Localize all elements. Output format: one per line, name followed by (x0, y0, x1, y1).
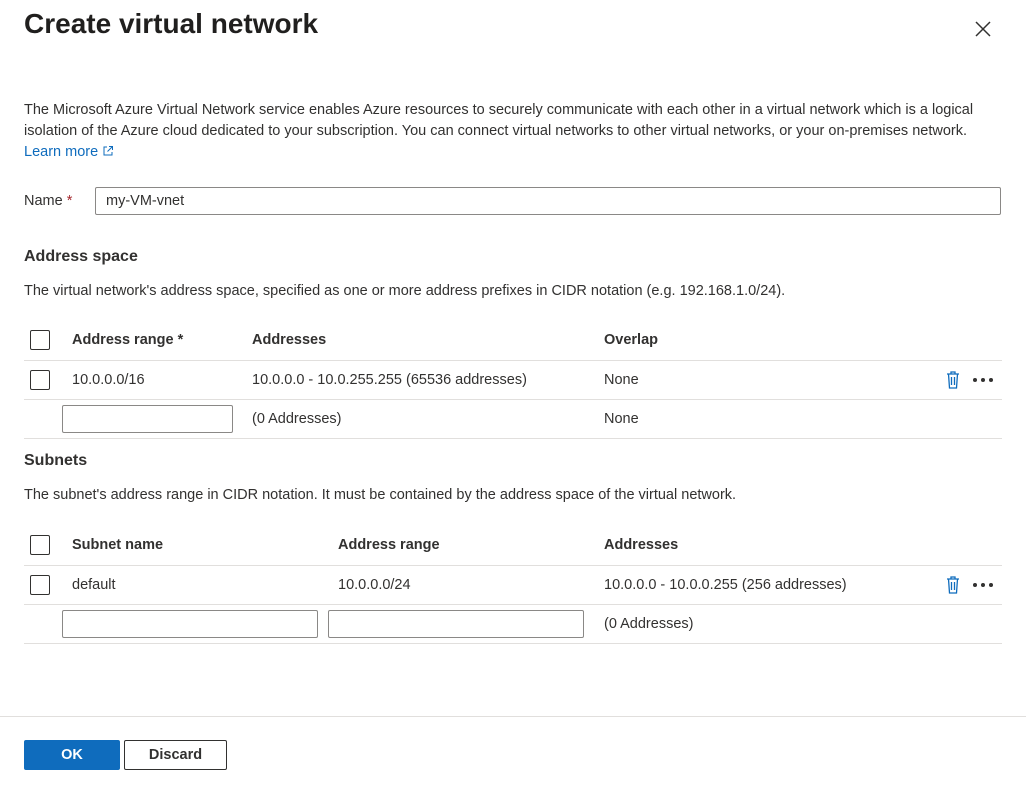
learn-more-link[interactable]: Learn more (24, 144, 114, 160)
new-addresses-value: (0 Addresses) (252, 411, 342, 427)
addresses-value: 10.0.0.0 - 10.0.255.255 (65536 addresses… (252, 372, 527, 388)
new-address-range-input[interactable] (62, 405, 233, 433)
external-link-icon (103, 146, 114, 156)
select-all-address-checkbox[interactable] (30, 330, 50, 350)
table-row: default 10.0.0.0/24 10.0.0.0 - 10.0.0.25… (24, 566, 1002, 605)
more-options-icon[interactable] (972, 582, 994, 588)
subnet-addresses-value: 10.0.0.0 - 10.0.0.255 (256 addresses) (604, 577, 847, 593)
new-subnet-range-input[interactable] (328, 610, 584, 638)
subnet-range-value: 10.0.0.0/24 (338, 577, 411, 593)
discard-button[interactable]: Discard (124, 740, 227, 770)
ok-button[interactable]: OK (24, 740, 120, 770)
table-row: 10.0.0.0/16 10.0.0.0 - 10.0.255.255 (655… (24, 361, 1002, 400)
intro-description: The Microsoft Azure Virtual Network serv… (24, 100, 1004, 163)
column-header-subnet-range: Address range (338, 537, 440, 553)
new-address-row: (0 Addresses) None (24, 400, 1002, 439)
trash-icon[interactable] (945, 575, 961, 595)
subnet-name-value: default (72, 577, 116, 593)
intro-text: The Microsoft Azure Virtual Network serv… (24, 102, 974, 139)
new-subnet-addresses-value: (0 Addresses) (604, 616, 694, 632)
new-overlap-value: None (604, 411, 639, 427)
new-subnet-row: (0 Addresses) (24, 605, 1002, 644)
required-marker: * (66, 193, 73, 209)
column-header-overlap: Overlap (604, 332, 658, 348)
column-header-addresses: Addresses (252, 332, 327, 348)
footer-divider (0, 716, 1026, 717)
address-space-description: The virtual network's address space, spe… (24, 283, 786, 299)
subnets-table: Subnet name Address range Addresses defa… (24, 525, 1002, 644)
subnets-heading: Subnets (24, 452, 88, 469)
row-checkbox[interactable] (30, 370, 50, 390)
subnets-description: The subnet's address range in CIDR notat… (24, 487, 737, 503)
address-space-heading: Address space (24, 248, 138, 265)
learn-more-label: Learn more (24, 144, 99, 160)
name-label-text: Name (24, 193, 63, 209)
row-checkbox[interactable] (30, 575, 50, 595)
address-space-table: Address range * Addresses Overlap 10.0.0… (24, 320, 1002, 439)
select-all-subnets-checkbox[interactable] (30, 535, 50, 555)
trash-icon[interactable] (945, 370, 961, 390)
close-button[interactable] (972, 18, 994, 40)
new-subnet-name-input[interactable] (62, 610, 318, 638)
column-header-subnet-addresses: Addresses (604, 537, 679, 553)
name-label: Name * (24, 193, 72, 209)
address-space-header-row: Address range * Addresses Overlap (24, 320, 1002, 361)
overlap-value: None (604, 372, 639, 388)
column-header-subnet-name: Subnet name (72, 537, 164, 553)
column-header-address-range: Address range * (72, 332, 184, 348)
name-input[interactable] (95, 187, 1001, 215)
subnets-header-row: Subnet name Address range Addresses (24, 525, 1002, 566)
close-icon (975, 21, 991, 37)
dialog-title: Create virtual network (24, 8, 319, 39)
address-range-value: 10.0.0.0/16 (72, 372, 145, 388)
more-options-icon[interactable] (972, 377, 994, 383)
